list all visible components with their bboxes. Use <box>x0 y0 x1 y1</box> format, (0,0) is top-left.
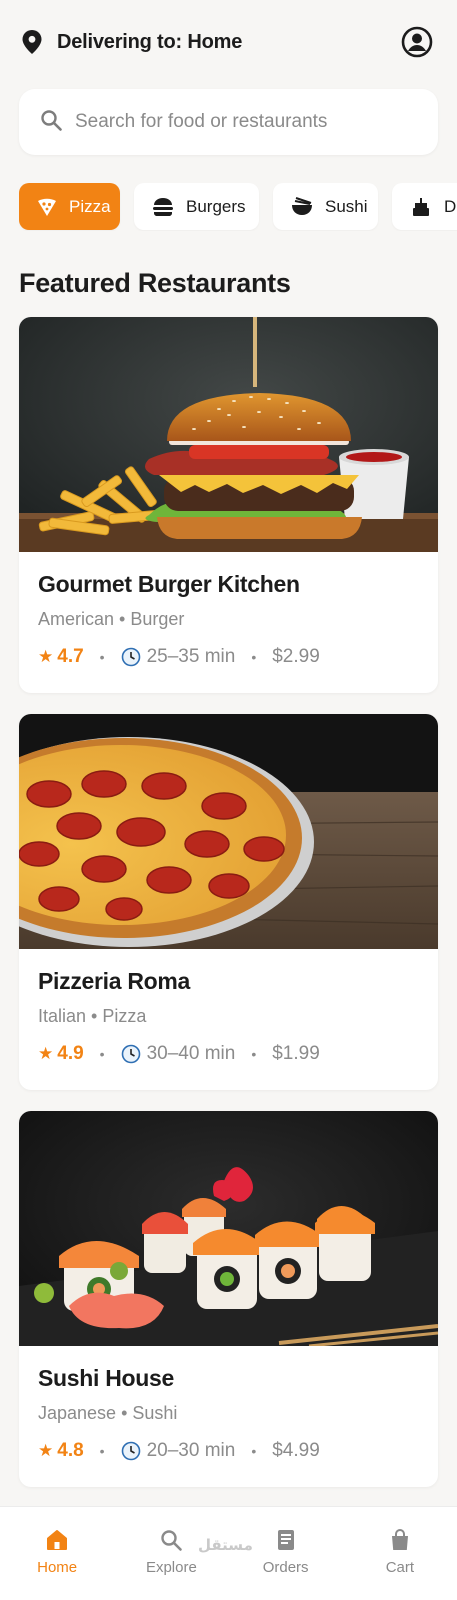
clock-icon <box>121 1441 141 1461</box>
clock-icon <box>121 1044 141 1064</box>
delivery-time: 20–30 min <box>146 1440 236 1461</box>
location-pin-icon <box>19 29 45 55</box>
restaurant-meta: ★ 4.8 • 20–30 min • $4.99 <box>38 1440 320 1462</box>
rating: ★ 4.8 <box>38 1440 84 1462</box>
nav-label: Cart <box>385 1559 415 1576</box>
restaurant-card[interactable]: Gourmet Burger Kitchen American • Burger… <box>19 317 438 693</box>
category-label: Burgers <box>186 196 246 216</box>
restaurant-cuisine: American • Burger <box>38 609 185 629</box>
separator-dot: • <box>99 649 105 665</box>
restaurant-cuisine: Italian • Pizza <box>38 1006 147 1026</box>
nav-home[interactable]: Home <box>0 1507 114 1600</box>
restaurant-name: Pizzeria Roma <box>38 968 191 994</box>
app-header: Delivering to: Home <box>0 0 457 84</box>
separator-dot: • <box>99 1443 105 1459</box>
restaurant-card[interactable]: Pizzeria Roma Italian • Pizza ★ 4.9 • 30–… <box>19 714 438 1090</box>
star-icon: ★ <box>38 1441 54 1460</box>
cake-icon <box>410 196 432 218</box>
pizza-photo <box>19 714 438 949</box>
receipt-icon <box>273 1527 299 1553</box>
profile-avatar-icon[interactable] <box>401 26 433 58</box>
burger-photo <box>19 317 438 552</box>
watermark-logo: مستقل <box>198 1537 253 1554</box>
restaurant-name: Sushi House <box>38 1365 175 1391</box>
category-chip-burgers[interactable]: Burgers <box>134 183 259 230</box>
delivery-location-label[interactable]: Delivering to: Home <box>57 31 242 54</box>
category-chips: Pizza Burgers Sushi D <box>19 183 457 231</box>
restaurant-name: Gourmet Burger Kitchen <box>38 571 300 597</box>
separator-dot: • <box>251 1443 257 1459</box>
restaurant-meta: ★ 4.9 • 30–40 min • $1.99 <box>38 1043 320 1065</box>
star-icon: ★ <box>38 647 54 666</box>
pizza-icon <box>37 196 57 218</box>
separator-dot: • <box>251 1046 257 1062</box>
rating-value: 4.7 <box>57 646 84 667</box>
delivery-time: 30–40 min <box>146 1043 236 1064</box>
category-label: D <box>444 196 457 216</box>
delivery-fee: $4.99 <box>272 1440 320 1461</box>
rating-value: 4.9 <box>57 1043 84 1064</box>
section-title: Featured Restaurants <box>19 268 291 298</box>
rating: ★ 4.9 <box>38 1043 84 1065</box>
shopping-bag-icon <box>387 1527 413 1553</box>
separator-dot: • <box>251 649 257 665</box>
nav-label: Explore <box>145 1559 197 1576</box>
category-chip-desserts[interactable]: D <box>392 183 457 230</box>
burger-icon <box>152 196 174 218</box>
separator-dot: • <box>99 1046 105 1062</box>
noodle-bowl-icon <box>291 196 313 218</box>
search-icon <box>39 108 63 137</box>
nav-label: Orders <box>262 1559 309 1576</box>
category-label: Pizza <box>69 196 111 216</box>
category-chip-pizza[interactable]: Pizza <box>19 183 120 230</box>
restaurant-card[interactable]: Sushi House Japanese • Sushi ★ 4.8 • 20–3… <box>19 1111 438 1487</box>
restaurant-meta: ★ 4.7 • 25–35 min • $2.99 <box>38 646 320 668</box>
sushi-photo <box>19 1111 438 1346</box>
rating-value: 4.8 <box>57 1440 84 1461</box>
restaurant-cuisine: Japanese • Sushi <box>38 1403 178 1423</box>
star-icon: ★ <box>38 1044 54 1063</box>
category-chip-sushi[interactable]: Sushi <box>273 183 378 230</box>
rating: ★ 4.7 <box>38 646 84 668</box>
delivery-time: 25–35 min <box>146 646 236 667</box>
search-bar[interactable] <box>19 89 438 155</box>
category-label: Sushi <box>325 196 368 216</box>
clock-icon <box>121 647 141 667</box>
search-input[interactable] <box>75 111 405 133</box>
delivery-fee: $2.99 <box>272 646 320 667</box>
nav-label: Home <box>37 1559 78 1576</box>
home-icon <box>44 1527 70 1553</box>
search-icon <box>158 1527 184 1553</box>
nav-cart[interactable]: Cart <box>343 1507 457 1600</box>
delivery-fee: $1.99 <box>272 1043 320 1064</box>
